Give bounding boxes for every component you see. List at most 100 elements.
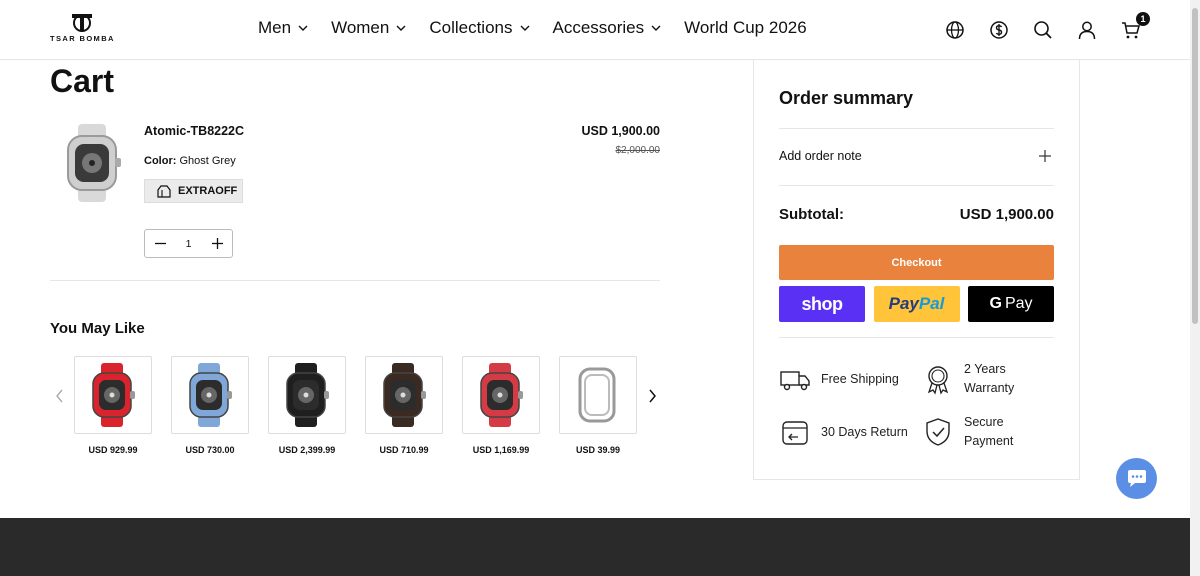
site-header: TSAR BOMBA Men Women Collections Accesso… xyxy=(0,0,1190,60)
cart-item-price: USD 1,900.00 xyxy=(581,124,660,138)
currency-icon xyxy=(990,21,1008,39)
increase-quantity-button[interactable] xyxy=(202,230,232,257)
watch-image xyxy=(189,363,232,427)
plus-icon xyxy=(211,238,223,249)
site-footer xyxy=(0,518,1190,576)
feature-free-shipping: Free Shipping xyxy=(779,363,899,395)
feature-label: Warranty xyxy=(964,381,1015,395)
recommended-product-card[interactable]: USD 929.99 xyxy=(74,356,152,455)
checkout-button[interactable]: Checkout xyxy=(779,245,1054,280)
carousel-prev-button[interactable] xyxy=(53,388,67,404)
divider xyxy=(50,280,660,281)
nav-label: Men xyxy=(258,18,292,37)
currency-button[interactable] xyxy=(988,19,1010,41)
subtotal-value: USD 1,900.00 xyxy=(959,206,1054,223)
feature-label: 2 Years xyxy=(964,362,1006,376)
nav-item-collections[interactable]: Collections xyxy=(429,18,530,38)
recommended-product-card[interactable]: USD 710.99 xyxy=(365,356,443,455)
feature-returns: 30 Days Return xyxy=(779,416,908,448)
google-pay-button[interactable]: G Pay xyxy=(968,286,1054,322)
account-icon xyxy=(1078,21,1096,40)
watch-image xyxy=(480,363,523,427)
decrease-quantity-button[interactable] xyxy=(145,230,175,257)
google-g-icon: G xyxy=(989,295,1002,312)
page-title: Cart xyxy=(50,63,115,99)
product-image[interactable] xyxy=(462,356,540,434)
discount-code: EXTRAOFF xyxy=(178,185,238,197)
product-price: USD 2,399.99 xyxy=(278,445,336,455)
chat-icon xyxy=(1127,469,1146,487)
truck-icon xyxy=(780,371,810,391)
feature-warranty: 2 Years Warranty xyxy=(922,360,1014,398)
account-button[interactable] xyxy=(1076,19,1098,41)
recommended-product-card[interactable]: USD 39.99 xyxy=(559,356,637,455)
product-image[interactable] xyxy=(365,356,443,434)
product-price: USD 1,169.99 xyxy=(472,445,530,455)
main-nav: Men Women Collections Accessories World … xyxy=(258,18,829,38)
quantity-input[interactable]: 1 xyxy=(175,238,202,250)
cart-item-image[interactable] xyxy=(58,122,128,204)
cart-item-compare-price: $2,000.00 xyxy=(615,145,661,156)
search-button[interactable] xyxy=(1032,19,1054,41)
feature-label: Free Shipping xyxy=(821,371,899,386)
product-price: USD 730.00 xyxy=(185,445,235,455)
product-price: USD 39.99 xyxy=(575,445,621,455)
chevron-down-icon xyxy=(298,25,308,31)
watch-image xyxy=(578,367,616,423)
brand-logo[interactable]: TSAR BOMBA xyxy=(50,12,114,46)
add-order-note-toggle[interactable]: Add order note xyxy=(779,149,862,163)
cart-button[interactable]: 1 xyxy=(1120,12,1150,41)
order-summary-title: Order summary xyxy=(779,88,914,108)
brand-name: TSAR BOMBA xyxy=(50,34,115,43)
watch-image xyxy=(286,363,329,427)
color-label: Color: xyxy=(144,155,177,167)
paypal-label-1: Pay xyxy=(888,294,919,313)
chevron-down-icon xyxy=(651,25,661,31)
logo-mark-icon xyxy=(72,14,92,32)
cart-count-badge: 1 xyxy=(1136,12,1150,26)
chat-button[interactable] xyxy=(1116,458,1157,499)
chevron-down-icon xyxy=(520,25,529,31)
product-image[interactable] xyxy=(74,356,152,434)
recommended-product-card[interactable]: USD 730.00 xyxy=(171,356,249,455)
nav-item-accessories[interactable]: Accessories xyxy=(553,18,663,38)
chevron-left-icon xyxy=(56,389,63,403)
feature-label: Secure xyxy=(964,415,1004,429)
plus-icon[interactable] xyxy=(1039,150,1051,162)
product-price: USD 710.99 xyxy=(379,445,429,455)
recommended-product-card[interactable]: USD 2,399.99 xyxy=(268,356,346,455)
globe-icon xyxy=(946,21,964,39)
nav-item-world-cup[interactable]: World Cup 2026 xyxy=(684,18,807,38)
chevron-right-icon xyxy=(649,389,656,403)
recommended-product-card[interactable]: USD 1,169.99 xyxy=(462,356,540,455)
feature-label: 30 Days Return xyxy=(821,424,908,439)
cart-item-name[interactable]: Atomic-TB8222C xyxy=(144,124,244,138)
language-button[interactable] xyxy=(944,19,966,41)
subtotal-label: Subtotal: xyxy=(779,206,844,223)
search-icon xyxy=(1034,21,1052,39)
recommended-products: USD 929.99 USD 730.00 USD 2,399.99 USD 710.… xyxy=(74,356,656,455)
order-summary: Order summary Add order note Subtotal: U… xyxy=(753,60,1080,480)
return-box-icon xyxy=(782,421,808,445)
watch-image xyxy=(92,363,135,427)
nav-item-women[interactable]: Women xyxy=(331,18,407,38)
paypal-button[interactable]: Pay Pal xyxy=(873,286,960,322)
product-image[interactable] xyxy=(268,356,346,434)
divider xyxy=(779,185,1054,186)
divider xyxy=(779,128,1054,129)
watch-image xyxy=(383,363,426,427)
carousel-next-button[interactable] xyxy=(645,388,659,404)
feature-label: Payment xyxy=(964,434,1014,448)
google-pay-label: Pay xyxy=(1004,295,1033,312)
product-image[interactable] xyxy=(171,356,249,434)
page-scrollbar[interactable] xyxy=(1190,0,1200,576)
scrollbar-thumb[interactable] xyxy=(1192,8,1198,324)
discount-code-badge: EXTRAOFF xyxy=(144,179,243,203)
nav-label: Collections xyxy=(429,18,513,37)
shop-pay-button[interactable]: shop xyxy=(779,286,865,322)
paypal-label-2: Pal xyxy=(918,294,945,313)
nav-item-men[interactable]: Men xyxy=(258,18,309,38)
express-checkout: shop Pay Pal G Pay xyxy=(779,286,1054,322)
quantity-stepper: 1 xyxy=(144,229,233,258)
product-image[interactable] xyxy=(559,356,637,434)
